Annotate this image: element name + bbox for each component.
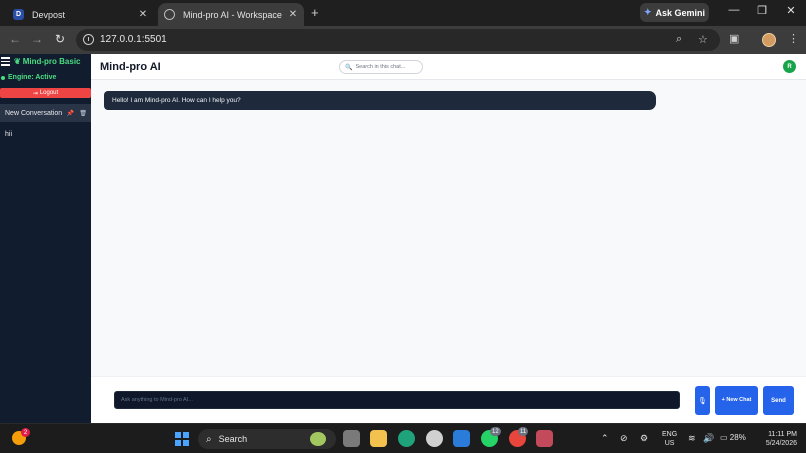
battery-indicator[interactable]: ▭ 28% [720,433,746,442]
browser-tab-strip: D Devpost ✕ Mind-pro AI - Workspace ✕ + … [0,0,806,26]
task-view-icon[interactable] [343,430,360,447]
bookmark-star-icon[interactable]: ☆ [698,33,708,46]
address-bar[interactable]: 127.0.0.1:5501 ⌕ ☆ [76,29,720,51]
search-icon: 🔍 [345,64,353,71]
windows-taskbar: 2 ⌕ Search 12 11 ⌃ ⊘ ⚙ ENG US ≋ 🔊 ▭ 28% … [0,423,806,453]
lang-line2: US [664,439,675,447]
engine-status-label: Engine: Active [8,74,57,81]
browser-toolbar: ← → ↻ 127.0.0.1:5501 ⌕ ☆ ▣ ⋮ [0,26,806,54]
tab-title: Devpost [32,9,66,20]
language-indicator[interactable]: ENG US [662,431,677,449]
url-text: 127.0.0.1:5501 [100,34,167,45]
chrome-badge: 11 [518,427,529,436]
hamburger-menu-icon[interactable] [1,57,10,68]
network-off-icon[interactable]: ⊘ [620,433,628,444]
search-highlight-icon [310,432,326,446]
new-chat-button[interactable]: + New Chat [715,386,758,415]
mic-button[interactable]: 🎙 [695,386,710,415]
battery-icon: ▭ [720,433,728,442]
battery-percent: 28% [729,433,746,442]
reload-icon[interactable]: ↻ [52,32,68,46]
page-title: Mind-pro AI [100,61,161,73]
taskbar-search-label: Search [218,434,248,444]
new-tab-button[interactable]: + [311,5,319,20]
tray-chevron-icon[interactable]: ⌃ [601,433,609,444]
composer: 🎙 + New Chat Send [91,376,806,423]
back-arrow-icon[interactable]: ← [7,32,23,46]
tab-close-icon[interactable]: ✕ [136,9,150,20]
send-button[interactable]: Send [763,386,794,415]
engine-status: Engine: Active [1,74,56,81]
wifi-icon[interactable]: ≋ [688,433,696,444]
main-panel: Mind-pro AI 🔍 R Hello! I am Mind-pro AI.… [91,54,806,423]
conversation-label: New Conversation [5,109,63,117]
devpost-favicon-icon: D [13,9,24,20]
conversation-item[interactable]: New Conversation 📌 🗑 [0,104,91,122]
edge-browser-icon[interactable] [398,430,415,447]
status-dot-icon [1,75,5,80]
volume-icon[interactable]: 🔊 [703,433,714,444]
menu-dots-icon[interactable]: ⋮ [788,32,799,45]
clock-time: 11:11 PM [768,431,797,438]
ask-gemini-button[interactable]: ✦ Ask Gemini [640,3,709,22]
restore-icon[interactable]: ❐ [752,4,772,17]
profile-avatar-icon[interactable] [762,33,776,47]
whatsapp-badge: 12 [490,427,501,436]
tab-close-icon[interactable]: ✕ [286,9,300,20]
chat-input[interactable] [114,391,680,409]
globe-icon [164,9,175,20]
weather-badge: 2 [21,428,30,437]
tab-mind-pro-workspace[interactable]: Mind-pro AI - Workspace ✕ [158,3,304,26]
clock-date: 5/24/2026 [765,439,797,447]
minimize-icon[interactable]: — [724,4,744,16]
mic-icon: 🎙 [698,397,707,405]
vscode-icon[interactable] [453,430,470,447]
trash-icon[interactable]: 🗑 [79,110,87,117]
leaf-icon: ❦ [14,57,21,66]
search-icon: ⌕ [206,433,212,445]
pin-icon[interactable]: 📌 [67,110,74,117]
lang-line1: ENG [662,431,678,438]
close-window-icon[interactable]: ✕ [781,4,801,17]
tab-title: Mind-pro AI - Workspace [183,9,282,20]
gemini-sparkle-icon: ✦ [643,7,652,17]
windows-start-icon[interactable] [175,432,189,446]
site-info-icon[interactable] [83,34,94,45]
file-explorer-icon[interactable] [370,430,387,447]
chat-search-input[interactable] [355,64,418,70]
chatgpt-icon[interactable] [426,430,443,447]
brand: ❦ Mind-pro Basic [14,57,80,66]
top-bar: Mind-pro AI 🔍 R [91,54,806,80]
history-item[interactable]: hii [5,131,12,138]
notepad-icon[interactable] [536,430,553,447]
zoom-icon[interactable]: ⌕ [676,33,682,46]
page-viewport: ❦ Mind-pro Basic Engine: Active ⇥ Logout N… [0,54,806,423]
forward-arrow-icon[interactable]: → [29,32,45,46]
assistant-message: Hello! I am Mind-pro AI. How can I help … [104,91,656,110]
sidebar: ❦ Mind-pro Basic Engine: Active ⇥ Logout N… [0,54,91,423]
logout-label: Logout [39,90,59,96]
chat-search[interactable]: 🔍 [339,60,423,74]
settings-tray-icon[interactable]: ⚙ [640,433,648,444]
taskbar-search[interactable]: ⌕ Search [198,429,336,449]
user-avatar[interactable]: R [783,60,796,73]
logout-icon: ⇥ [32,90,38,97]
ask-gemini-label: Ask Gemini [655,7,706,18]
side-panel-icon[interactable]: ▣ [729,32,739,45]
logout-button[interactable]: ⇥ Logout [0,88,91,98]
clock[interactable]: 11:11 PM 5/24/2026 [757,431,797,449]
tab-devpost[interactable]: D Devpost ✕ [8,3,154,26]
brand-label: Mind-pro Basic [22,57,81,66]
